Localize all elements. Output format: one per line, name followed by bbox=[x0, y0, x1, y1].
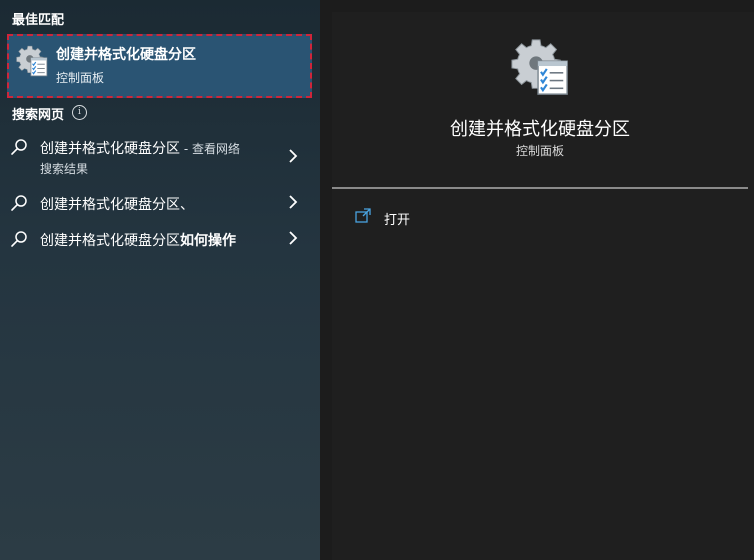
web-result-text: 创建并格式化硬盘分区如何操作 bbox=[40, 230, 236, 250]
preview-title: 创建并格式化硬盘分区 bbox=[450, 119, 630, 140]
open-icon bbox=[355, 208, 371, 223]
web-result-item[interactable]: 创建并格式化硬盘分区如何操作 bbox=[0, 222, 320, 254]
web-result-text: 创建并格式化硬盘分区 - 查看网络 bbox=[40, 138, 240, 158]
best-match-heading: 最佳匹配 bbox=[12, 13, 65, 28]
web-result-query: 创建并格式化硬盘分区 bbox=[40, 233, 180, 249]
search-icon bbox=[10, 138, 28, 156]
divider bbox=[332, 187, 748, 189]
best-match-subtitle: 控制面板 bbox=[56, 71, 105, 85]
web-result-line2: 搜索结果 bbox=[40, 162, 89, 176]
open-action[interactable]: 打开 bbox=[384, 209, 410, 228]
best-match-title: 创建并格式化硬盘分区 bbox=[56, 47, 196, 63]
search-icon bbox=[10, 230, 28, 248]
chevron-right-icon[interactable] bbox=[287, 231, 299, 245]
preview-subtitle: 控制面板 bbox=[515, 144, 564, 158]
control-panel-tasks-icon bbox=[509, 36, 571, 98]
web-result-query: 创建并格式化硬盘分区、 bbox=[40, 197, 194, 213]
web-result-item[interactable]: 创建并格式化硬盘分区、 bbox=[0, 186, 320, 218]
control-panel-tasks-icon bbox=[15, 44, 49, 78]
chevron-right-icon[interactable] bbox=[287, 149, 299, 163]
chevron-right-icon[interactable] bbox=[287, 195, 299, 209]
web-result-extra: - 查看网络 bbox=[180, 142, 240, 156]
info-icon[interactable]: i bbox=[72, 105, 87, 120]
web-result-query-bold: 如何操作 bbox=[180, 233, 236, 249]
search-icon bbox=[10, 194, 28, 212]
search-results-pane: 最佳匹配 创建并格式化硬盘分区 控制面板 搜索网页 i 创建并格式化硬盘分区 -… bbox=[0, 0, 320, 560]
web-result-item[interactable]: 创建并格式化硬盘分区 - 查看网络 搜索结果 bbox=[0, 130, 320, 180]
web-search-heading: 搜索网页 bbox=[12, 108, 65, 123]
best-match-item[interactable]: 创建并格式化硬盘分区 控制面板 bbox=[7, 34, 312, 98]
preview-pane: 创建并格式化硬盘分区 控制面板 打开 bbox=[332, 12, 754, 560]
web-result-query: 创建并格式化硬盘分区 bbox=[40, 141, 180, 157]
